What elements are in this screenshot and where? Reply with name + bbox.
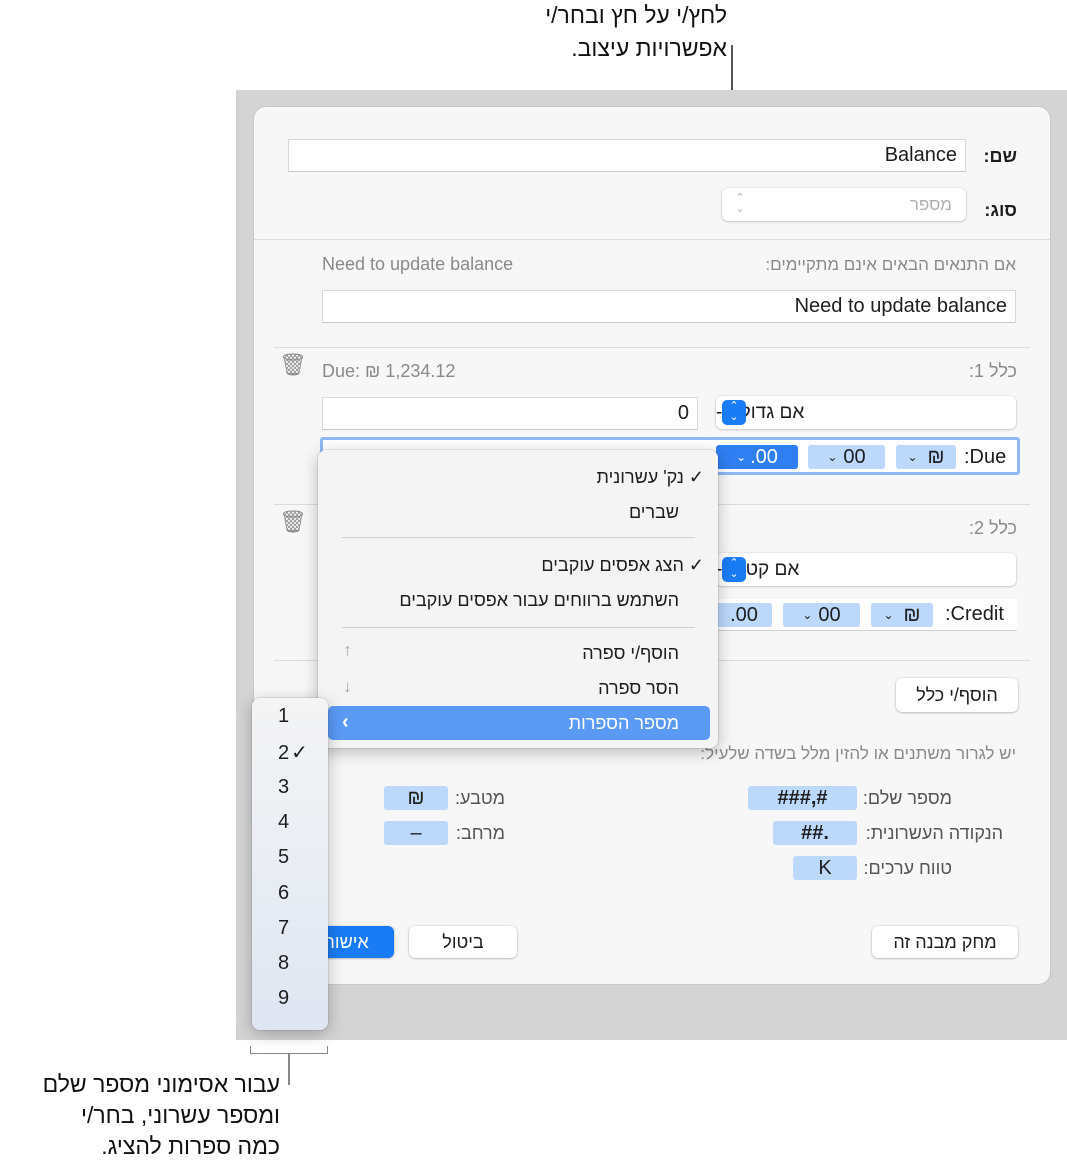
condition-field[interactable]: Need to update balance: [322, 290, 1016, 323]
callout-top-line2: אפשרויות עיצוב.: [571, 35, 727, 61]
submenu-item-7[interactable]: 7: [278, 917, 289, 940]
submenu-item-3[interactable]: 3: [278, 776, 289, 799]
rule1-value-field[interactable]: 0: [322, 397, 698, 430]
condition-label: אם התנאים הבאים אינם מתקיימים:: [765, 255, 1016, 274]
submenu-item-1[interactable]: 1: [278, 705, 289, 728]
stepper-icon: ⌃ ⌄: [722, 400, 746, 425]
checkmark-icon: ✓: [291, 742, 308, 765]
name-field[interactable]: Balance: [288, 139, 966, 172]
rule1-operator-popup[interactable]: ⌃ ⌄ אם גדול מ-: [716, 396, 1016, 429]
callout-line: [288, 1054, 290, 1085]
scale-label: טווח ערכים:: [863, 858, 952, 878]
name-value: Balance: [884, 144, 957, 166]
condition-preview: Need to update balance: [322, 254, 514, 274]
menu-item-spaces-trailing-zeros[interactable]: השתמש ברווחים עבור אפסים עוקבים: [399, 590, 679, 611]
submenu-item-5[interactable]: 5: [278, 846, 289, 869]
cancel-button[interactable]: ביטול: [409, 926, 517, 958]
callout-top-line1: לחץ/י על חץ ובחר/י: [545, 2, 727, 28]
currency-label: מטבע:: [454, 788, 505, 808]
divider: [274, 347, 1030, 348]
rule1-prefix: :Due: [964, 446, 1007, 468]
currency-palette-token[interactable]: ₪: [384, 786, 448, 810]
decimal-palette-token[interactable]: ##.: [773, 821, 857, 845]
name-label: שם:: [983, 146, 1017, 166]
arrow-up-icon: ↑: [343, 640, 352, 660]
stepper-icon: ⌃ ⌄: [735, 192, 745, 215]
rule2-label: כלל 2:: [968, 518, 1017, 538]
integer-token[interactable]: ⌄ 00: [808, 445, 885, 469]
add-rule-button[interactable]: הוסף/י כלל: [896, 678, 1018, 712]
currency-token[interactable]: ⌄ ₪: [871, 603, 933, 627]
rule2-prefix: :Credit: [945, 603, 1004, 625]
stepper-icon: ⌃ ⌄: [722, 557, 746, 582]
decimal-token[interactable]: .00: [716, 603, 772, 627]
submenu-item-8[interactable]: 8: [278, 952, 289, 975]
hint-text: יש לגרור משתנים או להזין מלל בשדה שלעיל:: [700, 744, 1016, 763]
menu-item-show-trailing-zeros[interactable]: ✓ הצג אפסים עוקבים: [541, 555, 704, 576]
integer-label: מספר שלם:: [862, 788, 952, 808]
callout-bracket: [250, 1046, 328, 1054]
scale-palette-token[interactable]: K: [793, 856, 857, 880]
submenu-item-2[interactable]: 2 ✓: [278, 740, 308, 765]
delete-format-button[interactable]: מחק מבנה זה: [872, 926, 1018, 958]
integer-palette-token[interactable]: ###,#: [748, 786, 857, 810]
menu-item-add-digit[interactable]: הוסף/י ספרה: [582, 643, 679, 664]
divider: [254, 239, 1050, 240]
space-label: מרחב:: [455, 823, 505, 843]
type-label: סוג:: [984, 200, 1017, 220]
menu-item-remove-digit[interactable]: הסר ספרה: [598, 678, 679, 699]
submenu-item-6[interactable]: 6: [278, 882, 289, 905]
arrow-down-icon: ↓: [343, 676, 352, 696]
menu-item-fractions[interactable]: שברים: [629, 502, 679, 523]
currency-token[interactable]: ⌄ ₪: [896, 445, 956, 469]
decimal-token[interactable]: ⌄ .00: [716, 445, 798, 469]
checkmark-icon: ✓: [683, 467, 704, 487]
menu-separator: [342, 537, 695, 538]
trash-icon[interactable]: 🗑: [279, 509, 307, 535]
rule1-label: כלל 1:: [968, 361, 1017, 381]
chevron-left-icon: ‹: [342, 711, 349, 733]
menu-item-decimal[interactable]: ✓ נק' עשרונית: [597, 467, 704, 488]
space-palette-token[interactable]: –: [384, 821, 448, 845]
menu-separator: [342, 627, 695, 628]
callout-bottom-line1: עבור אסימוני מספר שלם: [42, 1071, 280, 1097]
callout-bottom-line2: ומספר עשרוני, בחר/י: [80, 1102, 280, 1128]
rule2-operator-popup[interactable]: ⌃ ⌄ אם קטן מ-: [716, 553, 1016, 586]
menu-item-digit-count-label: מספר הספרות: [568, 713, 679, 733]
integer-token[interactable]: ⌄ 00: [783, 603, 860, 627]
callout-bottom-line3: כמה ספרות להציג.: [101, 1133, 280, 1159]
rule1-preview: Due: ₪ 1,234.12: [322, 361, 456, 381]
decimal-label: הנקודה העשרונית:: [865, 823, 1003, 843]
submenu-item-9[interactable]: 9: [278, 987, 289, 1010]
checkmark-icon: ✓: [683, 555, 704, 575]
submenu-item-4[interactable]: 4: [278, 811, 289, 834]
type-popup[interactable]: ⌃ ⌄ מספר: [722, 188, 966, 221]
trash-icon[interactable]: 🗑: [279, 352, 307, 378]
